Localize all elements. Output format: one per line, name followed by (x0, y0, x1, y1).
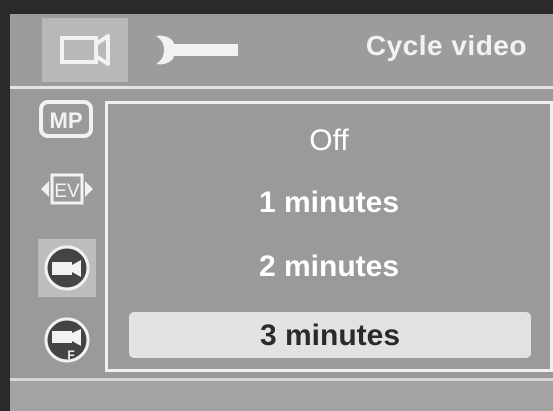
cycle-video-icon (44, 245, 90, 291)
menu-header: Cycle video (10, 14, 553, 89)
camera-menu-screen: Cycle video MP EV F Off 1 minutes 2 minu… (10, 14, 553, 411)
video-f-icon: F (44, 317, 90, 363)
mp-resolution-icon: MP (39, 100, 93, 138)
settings-sidebar: MP EV F (10, 89, 102, 379)
video-camera-icon (60, 34, 110, 66)
sidebar-item-exposure[interactable]: EV (38, 169, 96, 214)
sidebar-item-resolution[interactable]: MP (38, 99, 94, 144)
ev-icon-label: EV (54, 181, 80, 202)
option-3-minutes[interactable]: 3 minutes (129, 312, 531, 358)
video-f-icon-label: F (67, 348, 74, 362)
option-3-minutes-label: 3 minutes (259, 319, 401, 352)
bottom-bar (10, 378, 553, 411)
ev-exposure-icon: EV (41, 173, 93, 205)
tab-setup[interactable] (152, 30, 242, 70)
sidebar-item-video-f[interactable]: F (38, 311, 96, 374)
wrench-icon (156, 35, 238, 65)
option-1-minutes[interactable]: 1 minutes (108, 186, 550, 220)
mp-icon-label: MP (50, 108, 83, 133)
cycle-video-options-popup: Off 1 minutes 2 minutes 3 minutes (105, 101, 553, 372)
option-off[interactable]: Off (108, 124, 550, 158)
sidebar-item-cycle-video[interactable] (38, 239, 96, 297)
page-title: Cycle video (365, 30, 527, 61)
tab-video[interactable] (42, 18, 128, 82)
option-2-minutes[interactable]: 2 minutes (108, 250, 550, 284)
